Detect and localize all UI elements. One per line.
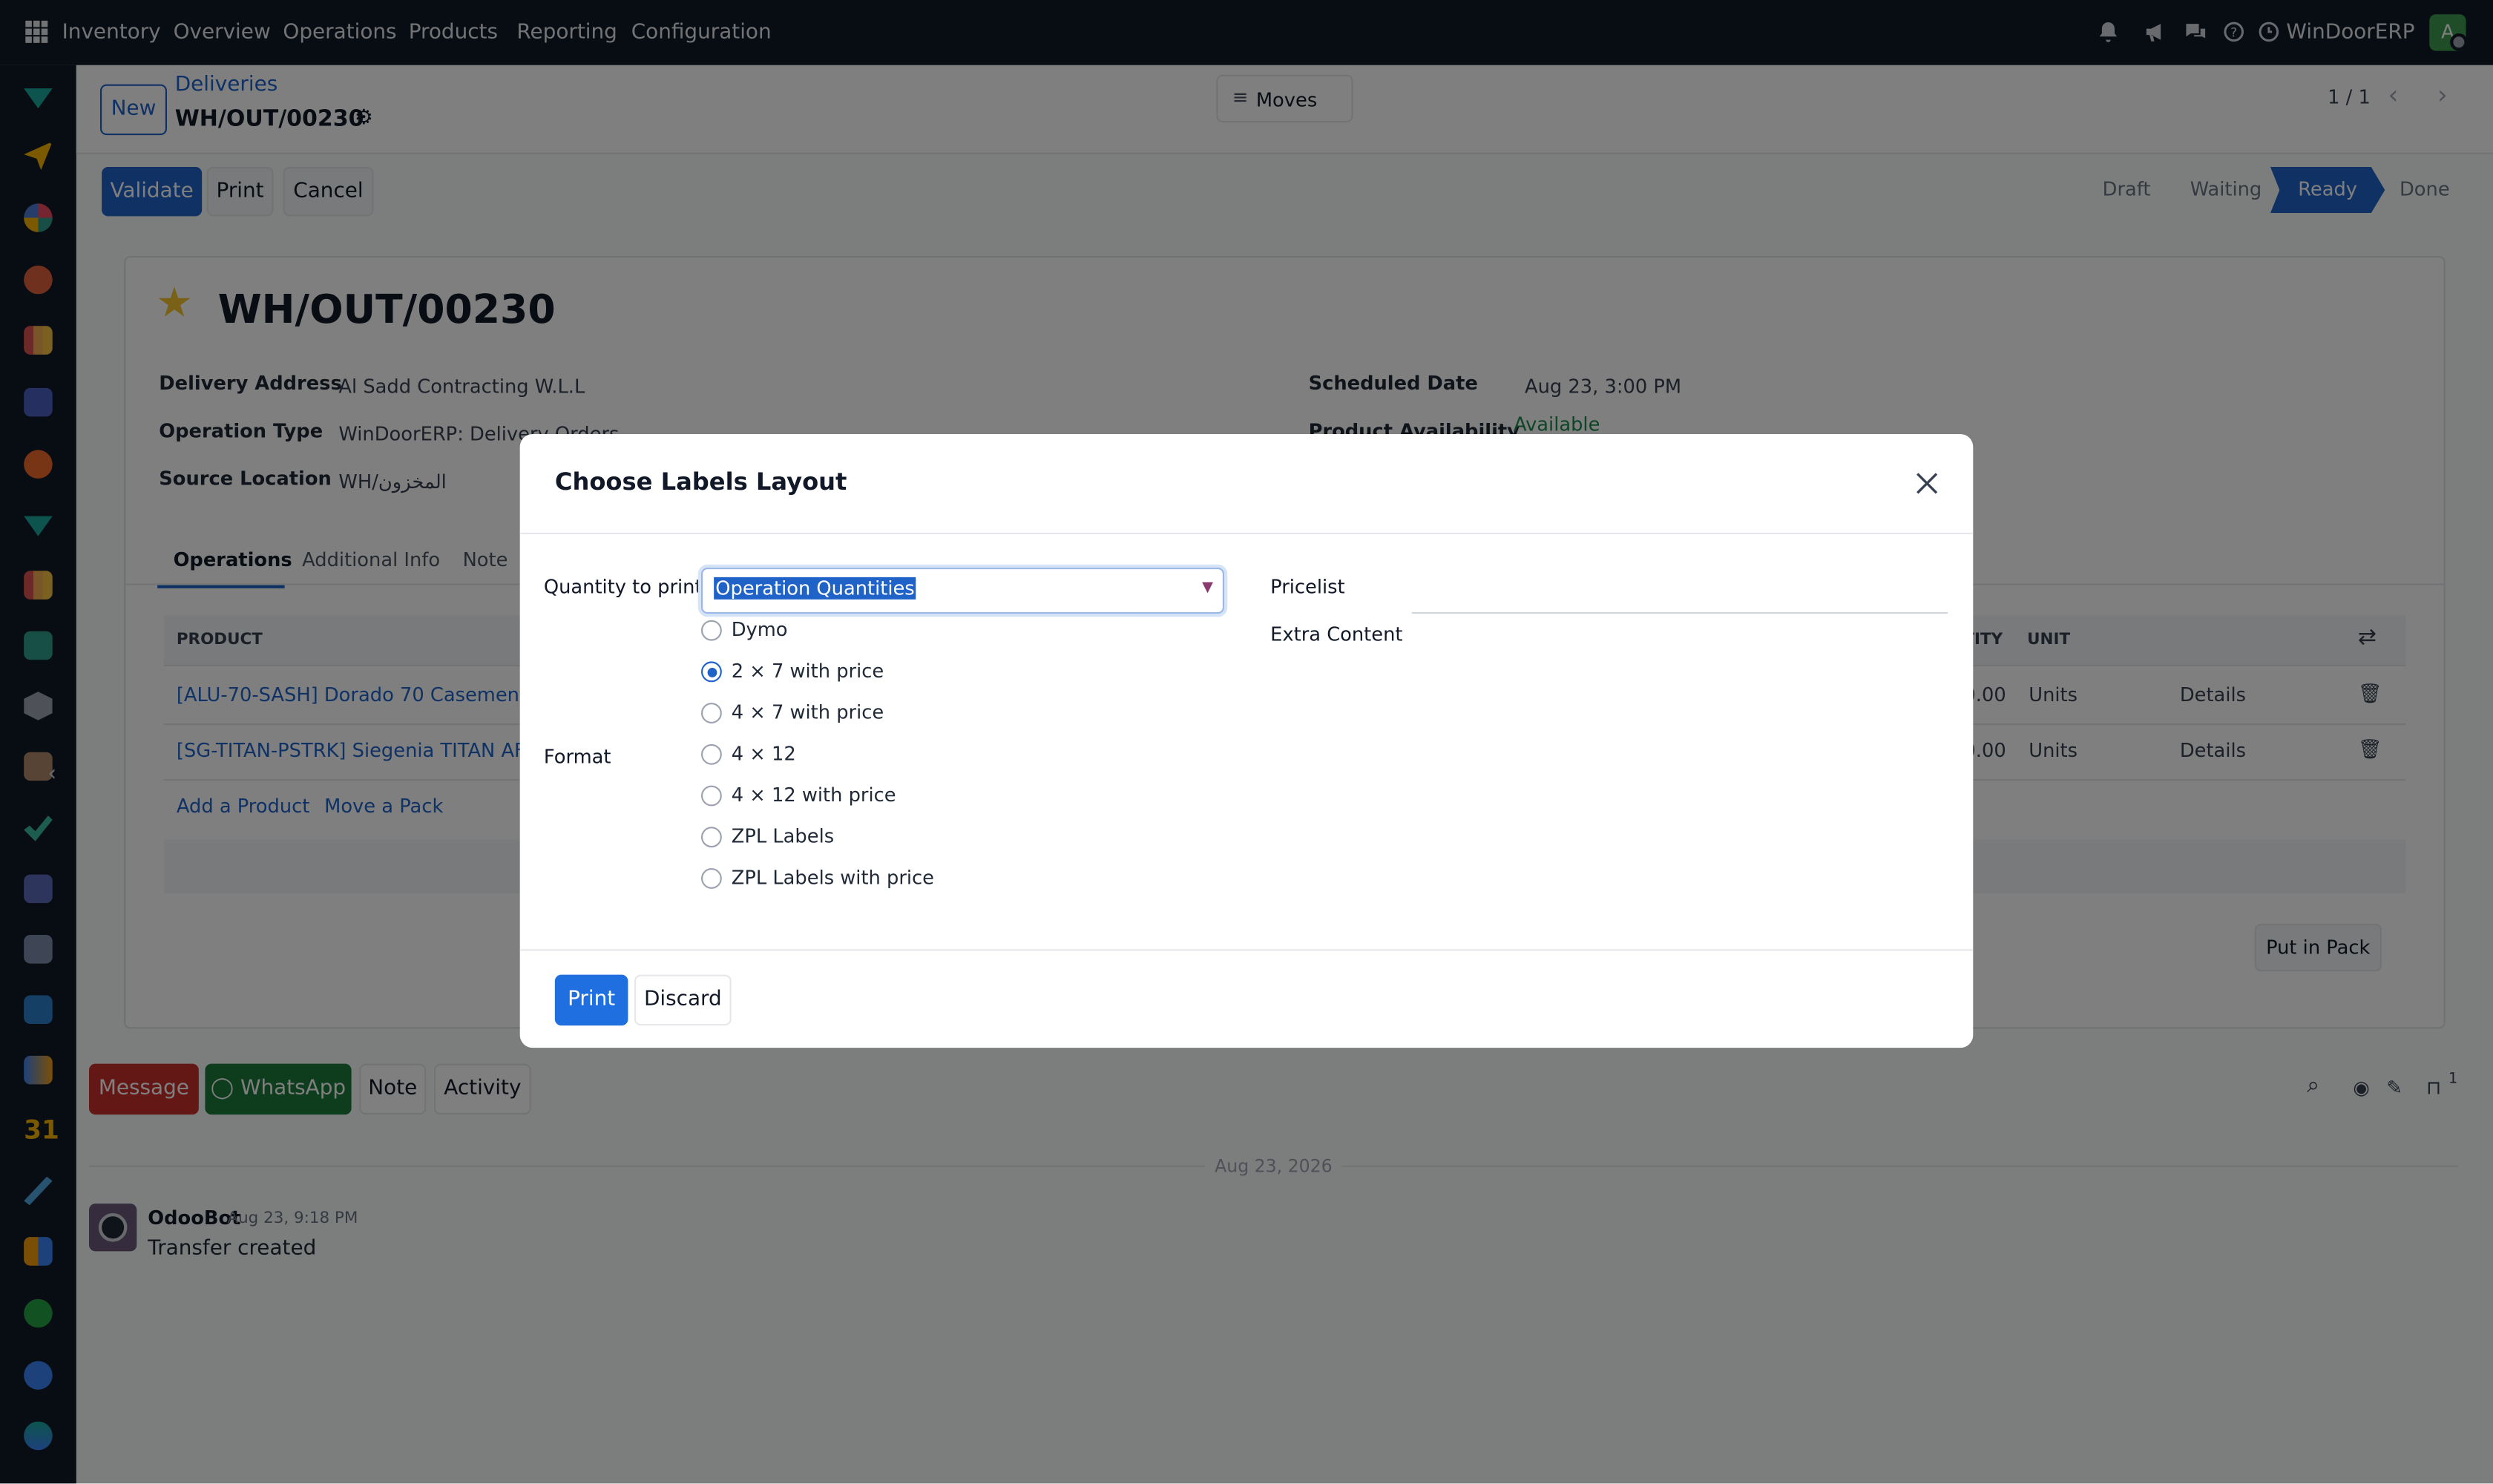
format-option-label[interactable]: ZPL Labels (732, 825, 834, 847)
format-radio-4x12[interactable] (701, 743, 722, 765)
format-option-label[interactable]: 4 × 12 (732, 743, 796, 765)
chevron-down-icon: ▼ (1202, 580, 1213, 597)
format-radio-4x7-price[interactable] (701, 703, 722, 723)
format-option-label[interactable]: Dymo (732, 619, 788, 641)
format-option-label[interactable]: 4 × 7 with price (732, 701, 884, 723)
dialog-title: Choose Labels Layout (554, 467, 847, 496)
dialog-print-button[interactable]: Print (554, 974, 628, 1026)
format-option-label[interactable]: 2 × 7 with price (732, 660, 884, 682)
quantity-select[interactable]: Operation Quantities ▼ (701, 568, 1224, 614)
format-radio-dymo[interactable] (701, 620, 722, 641)
dialog-discard-button[interactable]: Discard (634, 974, 732, 1026)
format-radio-zpl-price[interactable] (701, 868, 722, 889)
extra-content-label: Extra Content (1270, 623, 1403, 646)
footer-divider (519, 949, 1974, 951)
format-radio-zpl[interactable] (701, 827, 722, 848)
quantity-to-print-label: Quantity to print (543, 575, 703, 598)
format-radio-4x12-price[interactable] (701, 785, 722, 807)
header-divider (519, 532, 1974, 534)
format-option-label[interactable]: 4 × 12 with price (732, 784, 896, 806)
close-icon[interactable] (1916, 472, 1938, 494)
choose-labels-dialog: Choose Labels Layout Quantity to print O… (519, 434, 1974, 1048)
pricelist-label: Pricelist (1270, 575, 1345, 598)
format-radio-2x7-price[interactable] (701, 661, 722, 683)
format-label: Format (543, 745, 611, 768)
pricelist-input[interactable] (1411, 612, 1948, 614)
format-option-label[interactable]: ZPL Labels with price (732, 867, 934, 889)
quantity-select-value: Operation Quantities (714, 577, 916, 600)
